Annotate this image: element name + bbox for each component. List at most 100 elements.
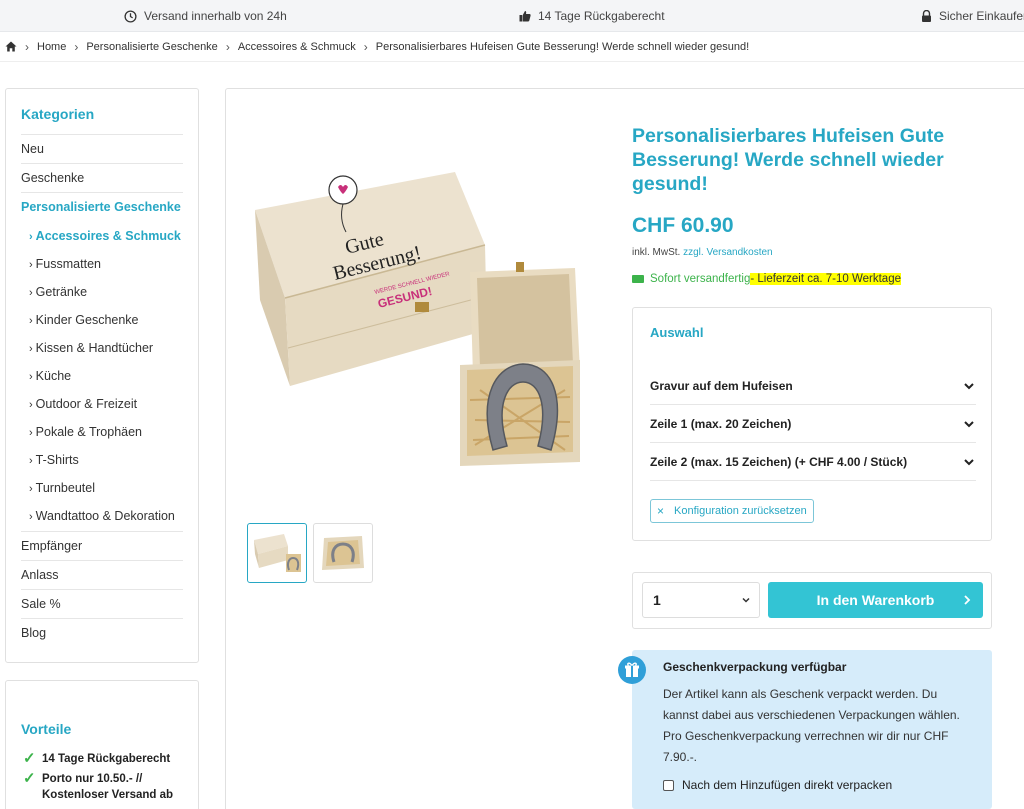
sidebar-item-personalisierte-geschenke[interactable]: Personalisierte Geschenke (21, 193, 183, 222)
tax-info: inkl. MwSt. zzgl. Versandkosten (632, 247, 773, 258)
sidebar-subitem-label: T-Shirts (35, 453, 79, 467)
chevron-right-icon: › (74, 39, 79, 54)
sidebar-item-neu[interactable]: Neu (21, 135, 183, 164)
sidebar-subitem-turnbeutel[interactable]: › Turnbeutel (21, 474, 183, 502)
sidebar-subitem-label: Kinder Geschenke (35, 313, 139, 327)
thumbnail-image (322, 536, 364, 570)
sidebar-subitem-wandtattoo[interactable]: › Wandtattoo & Dekoration (21, 502, 183, 532)
chevron-right-icon: › (29, 231, 33, 243)
sidebar-subitem-accessoires[interactable]: › Accessoires & Schmuck (21, 222, 183, 250)
quantity-select[interactable]: 1 (642, 582, 760, 618)
chevron-right-icon: › (29, 287, 33, 299)
reset-configuration-button[interactable]: × Konfiguration zurücksetzen (650, 499, 814, 523)
sidebar-item-blog[interactable]: Blog (21, 619, 183, 648)
config-row-gravur[interactable]: Gravur auf dem Hufeisen (650, 367, 976, 405)
gift-icon (618, 656, 646, 684)
thumbnail-image (254, 534, 301, 572)
add-to-cart-button[interactable]: In den Warenkorb (768, 582, 983, 618)
breadcrumb-accessoires[interactable]: Accessoires & Schmuck (238, 41, 356, 53)
chevron-right-icon: › (29, 399, 33, 411)
usp-shipping: Versand innerhalb von 24h (124, 9, 287, 23)
sidebar-subitem-pokale[interactable]: › Pokale & Trophäen (21, 418, 183, 446)
sidebar-item-geschenke[interactable]: Geschenke (21, 164, 183, 193)
delivery-status: Sofort versandfertig (650, 273, 751, 285)
usp-return-text: 14 Tage Rückgaberecht (538, 9, 665, 23)
delivery-time: - Lieferzeit ca. 7-10 Werktage (750, 273, 901, 285)
delivery-info: Sofort versandfertig - Lieferzeit ca. 7-… (632, 273, 901, 285)
sidebar-subitem-label: Getränke (35, 285, 88, 299)
quantity-value: 1 (653, 592, 661, 608)
product-image[interactable]: Gute Besserung! WERDE SCHNELL WIEDER GES… (245, 150, 590, 470)
chevron-right-icon: › (225, 39, 230, 54)
chevron-down-icon (742, 597, 750, 603)
category-title: Kategorien (21, 106, 183, 135)
gift-wrap-checkbox-label: Nach dem Hinzufügen direkt verpacken (682, 778, 893, 792)
config-row-label: Gravur auf dem Hufeisen (650, 378, 793, 393)
sidebar-subitem-kissen[interactable]: › Kissen & Handtücher (21, 334, 183, 362)
product-title: Personalisierbares Hufeisen Gute Besseru… (632, 125, 945, 195)
configurator-title: Auswahl (650, 325, 704, 340)
sidebar-subitem-kinder-geschenke[interactable]: › Kinder Geschenke (21, 306, 183, 334)
sidebar-item-anlass[interactable]: Anlass (21, 561, 183, 590)
clock-icon (124, 9, 137, 23)
lock-icon (922, 10, 931, 22)
sidebar-subitem-label: Accessoires & Schmuck (35, 229, 181, 243)
breadcrumb-home[interactable]: Home (37, 41, 66, 53)
sidebar-subitem-outdoor[interactable]: › Outdoor & Freizeit (21, 390, 183, 418)
chevron-right-icon: › (363, 39, 368, 54)
chevron-right-icon: › (29, 343, 33, 355)
breadcrumb-personalisierte-geschenke[interactable]: Personalisierte Geschenke (86, 41, 217, 53)
chevron-right-icon: › (29, 427, 33, 439)
close-icon: × (657, 504, 665, 518)
chevron-right-icon: › (29, 455, 33, 467)
gift-wrap-checkbox-row[interactable]: Nach dem Hinzufügen direkt verpacken (663, 778, 978, 792)
sidebar-subitem-label: Turnbeutel (35, 481, 95, 495)
sidebar-subitem-label: Küche (35, 369, 72, 383)
thumbs-up-icon (519, 11, 531, 22)
product-thumbnail-2[interactable] (313, 523, 373, 583)
home-icon[interactable] (5, 41, 17, 52)
advantage-item: ✓ 14 Tage Rückgaberecht (21, 751, 183, 767)
sidebar-subitem-getraenke[interactable]: › Getränke (21, 278, 183, 306)
usp-secure: Sicher Einkaufen (921, 9, 1024, 23)
sidebar-subitem-label: Pokale & Trophäen (35, 425, 142, 439)
config-row-zeile-2[interactable]: Zeile 2 (max. 15 Zeichen) (+ CHF 4.00 / … (650, 443, 976, 481)
sidebar-subitem-label: Kissen & Handtücher (35, 341, 154, 355)
advantage-text: Porto nur 10.50.- // Kostenloser Versand… (42, 773, 174, 801)
sidebar-subitem-fussmatten[interactable]: › Fussmatten (21, 250, 183, 278)
gift-wrap-checkbox[interactable] (663, 779, 674, 791)
breadcrumb: › Home › Personalisierte Geschenke › Acc… (0, 32, 1024, 62)
truck-icon (632, 275, 644, 283)
config-row-label: Zeile 2 (max. 15 Zeichen) (+ CHF 4.00 / … (650, 454, 908, 469)
chevron-right-icon: › (29, 483, 33, 495)
sidebar-item-sale[interactable]: Sale % (21, 590, 183, 619)
chevron-right-icon: › (29, 511, 33, 523)
sidebar-subitem-label: Fussmatten (35, 257, 101, 271)
product-thumbnail-1[interactable] (247, 523, 307, 583)
usp-secure-text: Sicher Einkaufen (939, 9, 1024, 23)
configurator-box: Auswahl Gravur auf dem Hufeisen Zeile 1 … (632, 307, 992, 541)
gift-wrap-box: Geschenkverpackung verfügbar Der Artikel… (632, 650, 992, 809)
chevron-right-icon (964, 595, 971, 605)
sidebar-subitem-tshirts[interactable]: › T-Shirts (21, 446, 183, 474)
chevron-down-icon (964, 382, 974, 389)
advantage-text: 14 Tage Rückgaberecht (42, 753, 171, 765)
sidebar-item-empfaenger[interactable]: Empfänger (21, 532, 183, 561)
config-row-label: Zeile 1 (max. 20 Zeichen) (650, 416, 792, 431)
advantage-item: ✓ Porto nur 10.50.- // Kostenloser Versan… (21, 771, 183, 803)
reset-label: Konfiguration zurücksetzen (674, 505, 807, 517)
config-row-zeile-1[interactable]: Zeile 1 (max. 20 Zeichen) (650, 405, 976, 443)
gift-wrap-title: Geschenkverpackung verfügbar (663, 660, 847, 674)
product-price: CHF 60.90 (632, 214, 734, 237)
checkmark-icon: ✓ (23, 750, 36, 767)
shipping-costs-link[interactable]: zzgl. Versandkosten (683, 247, 773, 258)
sidebar-subitem-label: Outdoor & Freizeit (35, 397, 138, 411)
tax-prefix: inkl. MwSt. (632, 247, 681, 258)
advantages-title: Vorteile (21, 721, 72, 737)
sidebar-subitem-kueche[interactable]: › Küche (21, 362, 183, 390)
add-to-cart-box: 1 In den Warenkorb (632, 572, 992, 629)
checkmark-icon: ✓ (23, 770, 36, 787)
chevron-right-icon: › (29, 315, 33, 327)
advantages-box: Vorteile ✓ 14 Tage Rückgaberecht ✓ Porto n… (5, 680, 199, 809)
chevron-right-icon: › (29, 259, 33, 271)
